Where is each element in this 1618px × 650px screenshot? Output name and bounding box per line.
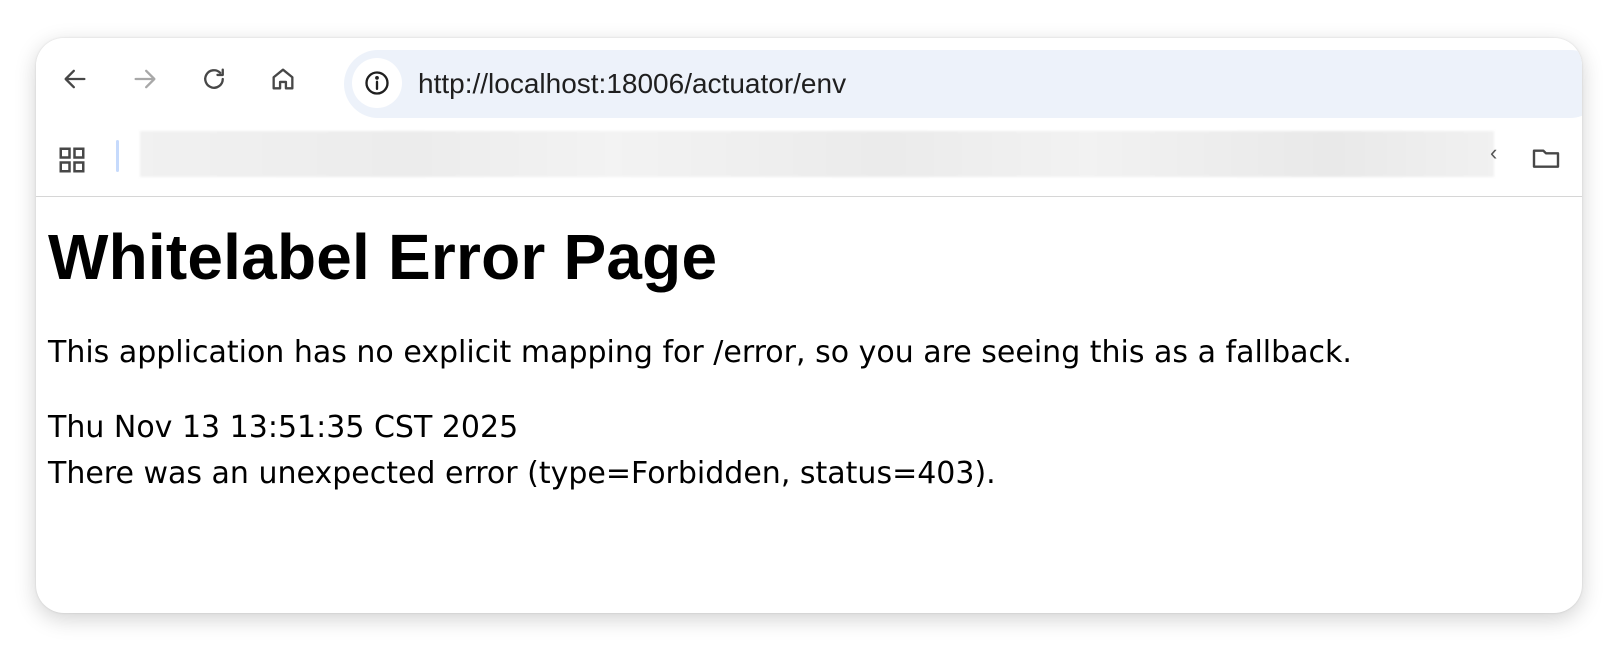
forward-button[interactable] [124,58,166,100]
browser-window: http://localhost:18006/actuator/env ‹ Wh… [36,38,1582,613]
home-icon [272,68,294,90]
blurred-bookmarks [140,131,1494,177]
back-button[interactable] [54,58,96,100]
error-status: There was an unexpected error (type=Forb… [48,456,996,491]
page-content: Whitelabel Error Page This application h… [48,197,1568,497]
address-bar[interactable]: http://localhost:18006/actuator/env [344,50,1582,118]
folder-icon [1532,149,1560,168]
page-title: Whitelabel Error Page [48,221,718,293]
reload-button[interactable] [193,58,235,100]
bookmark-overflow-glyph: ‹ [1490,140,1498,165]
reload-icon [204,68,224,89]
arrow-left-icon [64,69,86,89]
site-info-button[interactable] [352,58,402,108]
info-icon [365,71,389,95]
bookmark-folder-button[interactable] [1526,138,1566,178]
url-text[interactable]: http://localhost:18006/actuator/env [418,69,846,99]
arrow-right-icon [134,69,156,89]
apps-button[interactable] [52,140,92,180]
apps-grid-icon [59,147,85,173]
error-timestamp: Thu Nov 13 13:51:35 CST 2025 [48,410,519,445]
browser-toolbar: http://localhost:18006/actuator/env [36,38,1582,128]
error-message: This application has no explicit mapping… [48,335,1352,370]
home-button[interactable] [262,58,304,100]
bookmarks-bar: ‹ [36,128,1582,197]
bookmarks-separator [116,140,119,172]
